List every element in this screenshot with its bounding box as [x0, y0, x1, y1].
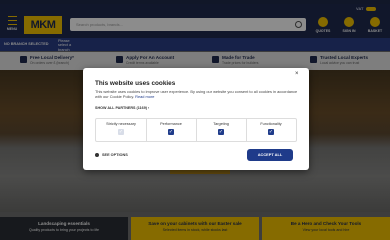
cookie-categories: Strictly necessary ✓ Performance ✓ Targe…: [95, 118, 297, 142]
category-label: Performance: [160, 122, 182, 126]
read-more-link[interactable]: Read more: [135, 94, 154, 99]
checkbox-icon[interactable]: ✓: [118, 129, 124, 135]
see-options-label: SEE OPTIONS: [102, 153, 128, 157]
gear-icon: [95, 153, 99, 157]
checkbox-icon[interactable]: ✓: [168, 129, 174, 135]
category-targeting[interactable]: Targeting ✓: [196, 122, 246, 135]
category-strictly-necessary[interactable]: Strictly necessary ✓: [96, 122, 146, 135]
close-icon[interactable]: ×: [295, 71, 299, 77]
page: VAT MENU MKM Search products, brands... …: [0, 0, 390, 240]
category-functionality[interactable]: Functionality ✓: [246, 122, 296, 135]
show-partners-link[interactable]: SHOW ALL PARTNERS (1169) ›: [95, 106, 149, 110]
accept-all-button[interactable]: ACCEPT ALL: [247, 149, 293, 161]
category-label: Strictly necessary: [106, 122, 136, 126]
dialog-title: This website uses cookies: [95, 80, 176, 87]
cookie-dialog: This website uses cookies × This website…: [83, 68, 309, 170]
dialog-body-text: This website uses cookies to improve use…: [95, 89, 298, 99]
dialog-body: This website uses cookies to improve use…: [95, 89, 299, 99]
category-label: Functionality: [260, 122, 282, 126]
checkbox-icon[interactable]: ✓: [268, 129, 274, 135]
checkbox-icon[interactable]: ✓: [218, 129, 224, 135]
category-label: Targeting: [213, 122, 229, 126]
category-performance[interactable]: Performance ✓: [146, 122, 196, 135]
see-options-button[interactable]: SEE OPTIONS: [95, 153, 128, 157]
